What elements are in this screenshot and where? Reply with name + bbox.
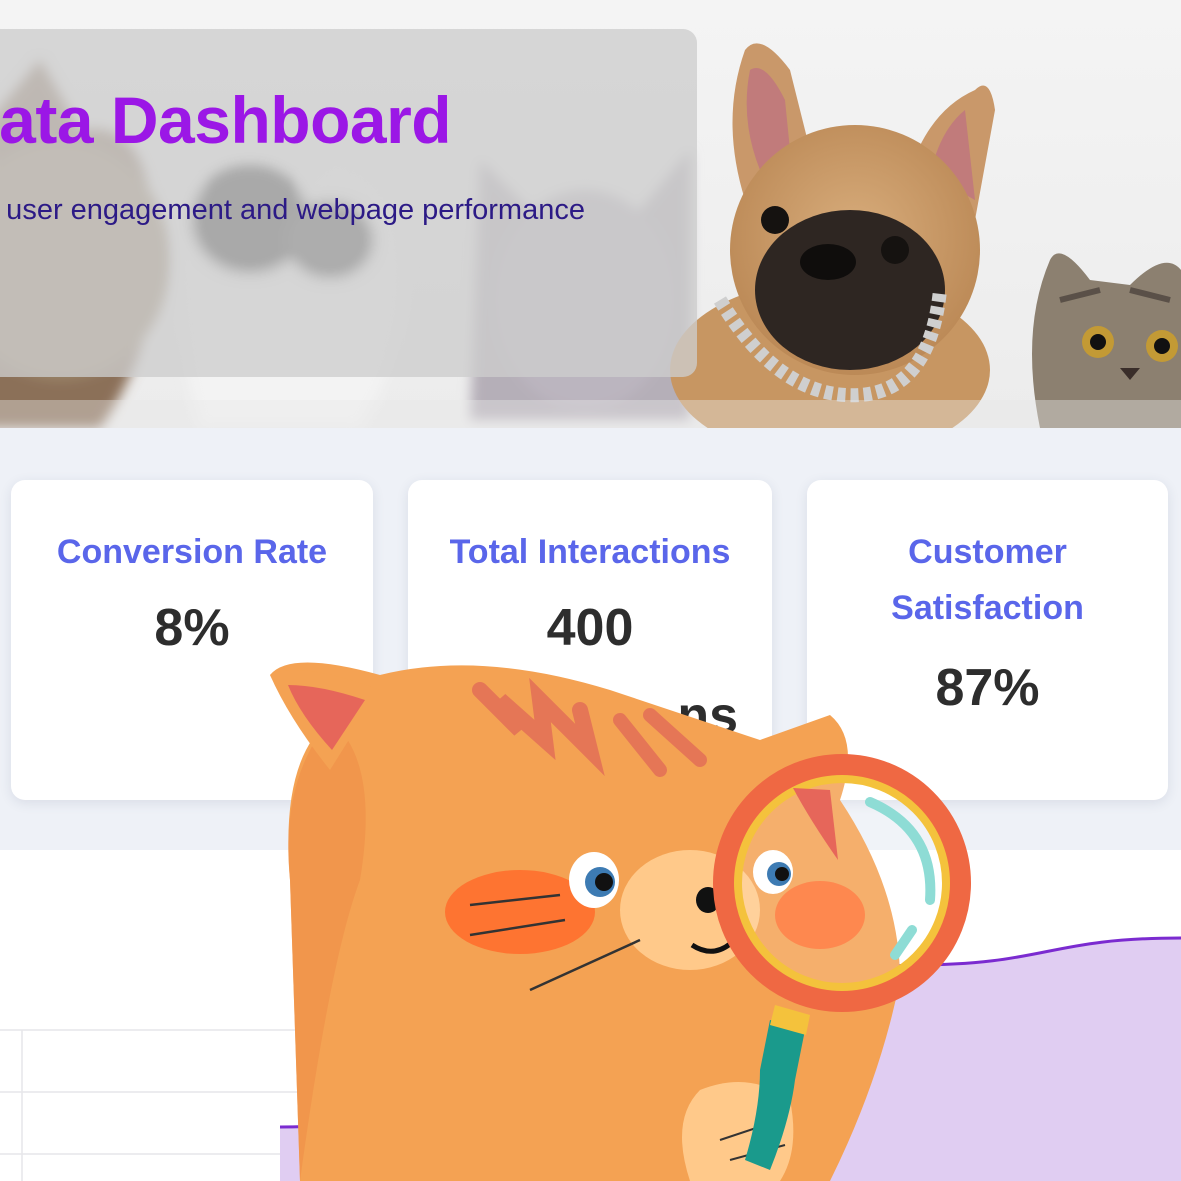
metric-card-conversion-rate: Conversion Rate 8% bbox=[11, 480, 373, 800]
page-subtitle: o user engagement and webpage performanc… bbox=[0, 194, 585, 226]
page-title: Data Dashboard bbox=[0, 83, 452, 157]
data-point[interactable] bbox=[593, 1066, 607, 1080]
data-point[interactable] bbox=[753, 1012, 767, 1026]
hero-banner: Data Dashboard o user engagement and web… bbox=[0, 0, 1181, 428]
metric-label: Customer Satisfaction bbox=[891, 533, 1084, 627]
metric-value: 87% bbox=[935, 659, 1040, 717]
metric-card-customer-satisfaction: Customer Satisfaction 87% bbox=[807, 480, 1168, 800]
dashboard-page: Data Dashboard o user engagement and web… bbox=[0, 0, 1181, 1181]
engagement-chart bbox=[0, 850, 1181, 1181]
series-area bbox=[280, 938, 1181, 1181]
chart-canvas bbox=[0, 936, 1181, 1181]
metric-value: 8% bbox=[154, 599, 230, 657]
metric-value: 400 bbox=[546, 599, 634, 657]
metric-label: Conversion Rate bbox=[56, 533, 328, 571]
data-point[interactable] bbox=[906, 958, 920, 972]
metric-subvalue: ns bbox=[677, 687, 738, 745]
dog-photo bbox=[670, 43, 995, 428]
metric-cards: Conversion Rate 8% Total Interactions 40… bbox=[0, 428, 1181, 848]
metric-label: Total Interactions bbox=[449, 533, 731, 571]
metric-card-total-interactions: Total Interactions 400 ns bbox=[408, 480, 772, 800]
